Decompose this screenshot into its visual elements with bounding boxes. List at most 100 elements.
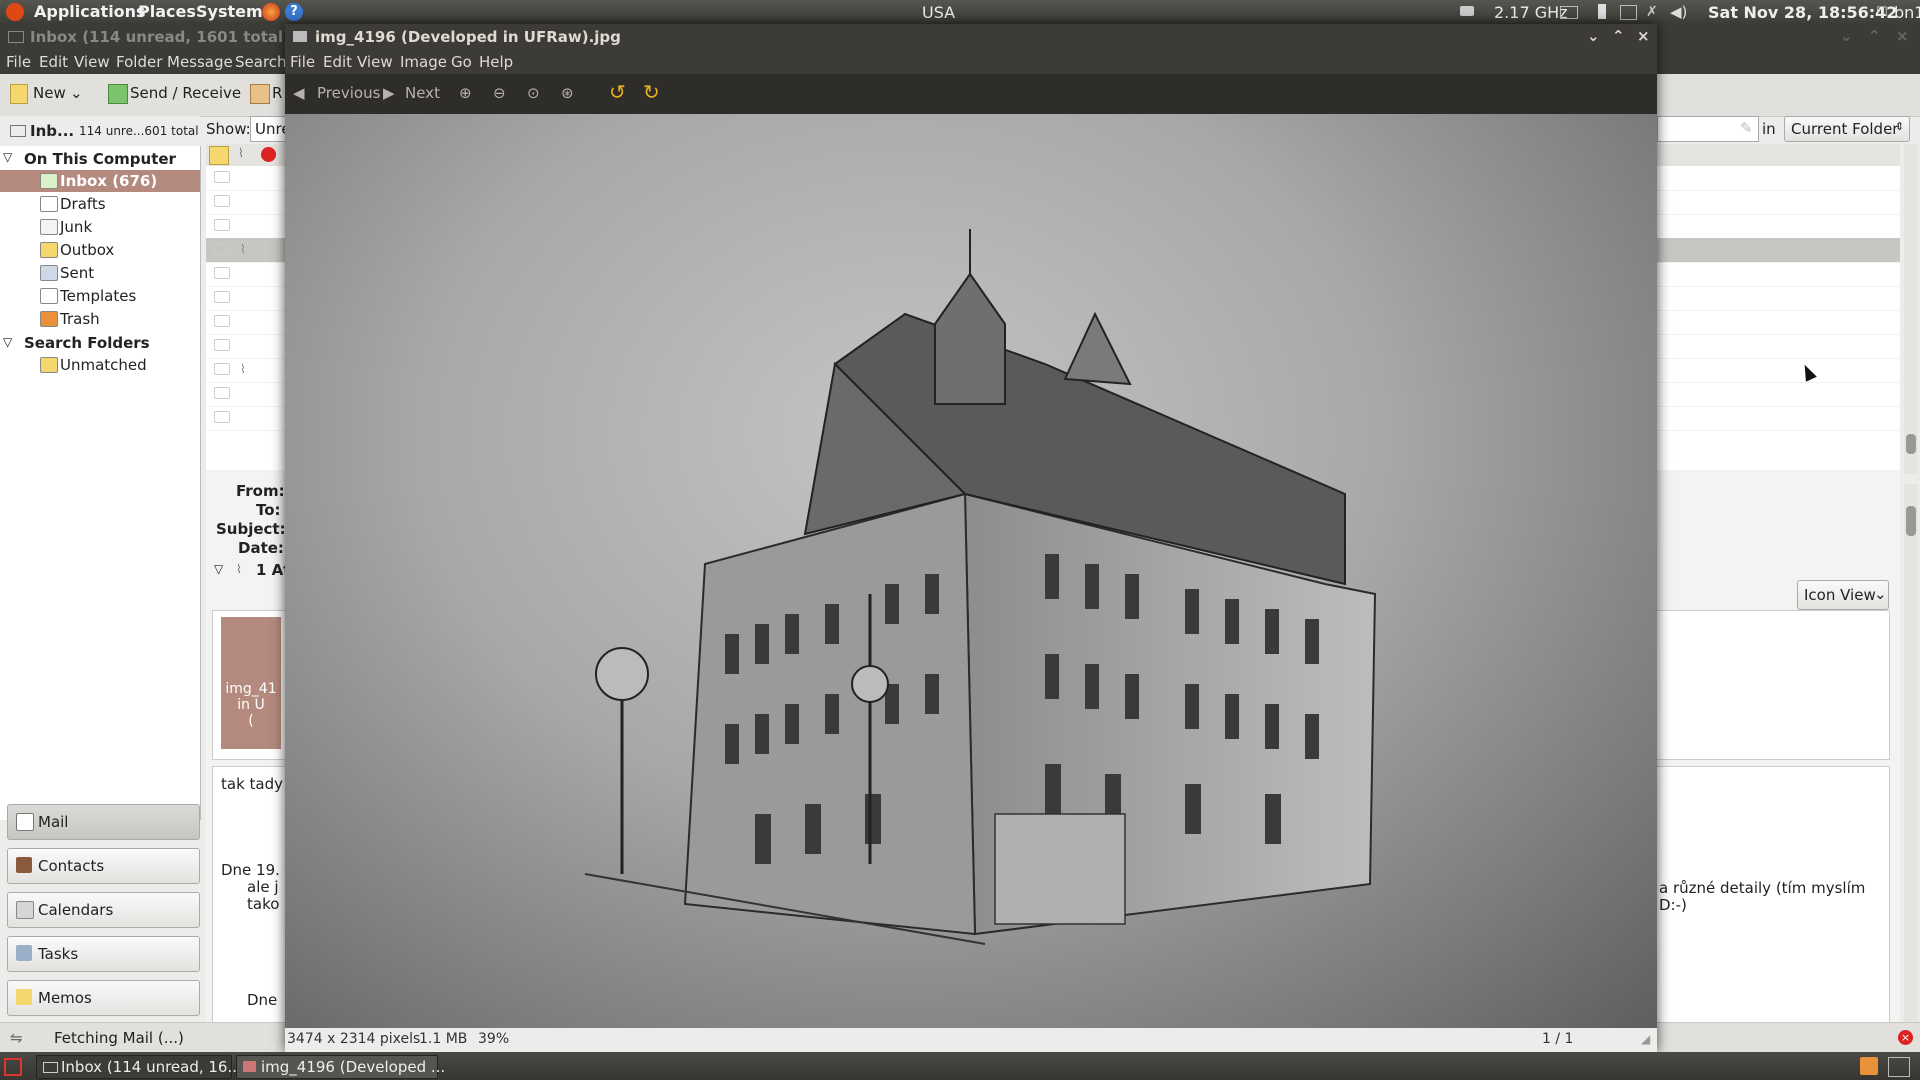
switcher-memos-button[interactable]: Memos	[7, 980, 200, 1016]
folder-item-sent[interactable]: Sent	[0, 262, 200, 284]
trash-applet-icon[interactable]	[1860, 1057, 1878, 1075]
zoom-fit-icon[interactable]: ⊛	[561, 84, 574, 102]
display-icon[interactable]	[1620, 5, 1637, 20]
envelope-icon	[214, 171, 230, 183]
status-column-icon[interactable]	[209, 146, 229, 165]
new-button[interactable]: New	[33, 84, 66, 102]
viewer-titlebar[interactable]: img_4196 (Developed in UFRaw).jpg ⌄ ⌃ ×	[285, 24, 1657, 50]
mail-menu-view[interactable]: View	[74, 53, 110, 71]
rotate-right-icon[interactable]: ↻	[643, 80, 660, 104]
folder-item-unmatched[interactable]: Unmatched	[0, 354, 200, 376]
help-icon[interactable]: ?	[285, 3, 303, 21]
firefox-icon[interactable]	[262, 3, 280, 21]
taskbar-item-inbox[interactable]: Inbox (114 unread, 16...	[36, 1055, 242, 1079]
mail-menu-file[interactable]: File	[6, 53, 31, 71]
scrollbar-thumb[interactable]	[1906, 506, 1916, 536]
viewer-menu-file[interactable]: File	[290, 53, 315, 71]
scrollbar-thumb[interactable]	[1906, 434, 1916, 454]
viewer-menu-help[interactable]: Help	[479, 53, 513, 71]
offline-toggle-icon[interactable]: ⇋	[10, 1029, 23, 1047]
mail-envelope-icon[interactable]	[1560, 6, 1578, 19]
clear-search-icon[interactable]: ✎	[1740, 119, 1753, 137]
envelope-icon	[214, 387, 230, 399]
next-button[interactable]: Next	[405, 84, 440, 102]
zoom-normal-icon[interactable]: ⊙	[527, 84, 540, 102]
search-scope-select[interactable]: Current Folder ⇕	[1784, 116, 1910, 142]
mail-maximize-icon[interactable]: ⌃	[1868, 27, 1881, 45]
previous-arrow-icon: ◀	[293, 84, 305, 102]
viewer-menu-edit[interactable]: Edit	[323, 53, 352, 71]
attachment-column-icon[interactable]: ⌇	[238, 146, 244, 160]
chat-icon[interactable]: ☐	[1876, 5, 1888, 20]
image-position: 1 / 1	[1542, 1031, 1574, 1047]
show-filter-select[interactable]: Unre	[250, 116, 291, 142]
folder-item-templates[interactable]: Templates	[0, 285, 200, 307]
on-this-computer-expander-icon[interactable]: ▽	[3, 150, 12, 164]
mail-menu-search[interactable]: Search	[235, 53, 287, 71]
viewer-maximize-icon[interactable]: ⌃	[1612, 27, 1625, 45]
folder-item-trash[interactable]: Trash	[0, 308, 200, 330]
viewer-close-icon[interactable]: ×	[1637, 27, 1650, 45]
new-dropdown-icon[interactable]: ⌄	[70, 84, 83, 102]
network-icon[interactable]	[1460, 6, 1474, 16]
mail-close-icon[interactable]: ×	[1896, 27, 1909, 45]
viewer-menu-go[interactable]: Go	[451, 53, 472, 71]
envelope-icon	[214, 411, 230, 423]
bluetooth-icon[interactable]: ✗	[1646, 4, 1658, 20]
cpu-frequency[interactable]: 2.17 GHz	[1494, 3, 1568, 22]
battery-icon[interactable]	[1598, 4, 1606, 19]
workspace-switcher-icon[interactable]	[1888, 1057, 1910, 1077]
switcher-contacts-button[interactable]: Contacts	[7, 848, 200, 884]
folder-item-junk[interactable]: Junk	[0, 216, 200, 238]
message-list-scrollbar[interactable]	[1904, 144, 1918, 474]
preview-scrollbar[interactable]	[1904, 484, 1918, 1044]
folder-item-outbox[interactable]: Outbox	[0, 239, 200, 261]
to-label: To:	[256, 501, 281, 519]
folder-item-drafts[interactable]: Drafts	[0, 193, 200, 215]
previous-button[interactable]: Previous	[317, 84, 380, 102]
switcher-mail-button[interactable]: Mail	[7, 804, 200, 840]
viewer-menu-view[interactable]: View	[357, 53, 393, 71]
rotate-left-icon[interactable]: ↺	[609, 80, 626, 104]
building-sketch-image	[584, 229, 1377, 945]
show-desktop-icon[interactable]	[4, 1058, 22, 1076]
search-folders-header[interactable]: Search Folders	[24, 334, 150, 352]
viewer-menu-image[interactable]: Image	[400, 53, 447, 71]
resize-grip-icon[interactable]: ◢	[1641, 1032, 1650, 1046]
search-folders-expander-icon[interactable]: ▽	[3, 335, 12, 349]
viewer-minimize-icon[interactable]: ⌄	[1587, 27, 1600, 45]
places-menu[interactable]: Places	[138, 2, 196, 21]
folder-label: Trash	[60, 310, 100, 328]
volume-icon[interactable]: ◀)	[1670, 3, 1687, 21]
folder-item-inbox[interactable]: Inbox (676)	[0, 170, 200, 192]
flag-column-icon[interactable]	[261, 147, 276, 162]
view-mode-select[interactable]: Icon View ⌄	[1797, 580, 1889, 610]
mail-menu-edit[interactable]: Edit	[39, 53, 68, 71]
calendar-icon	[16, 901, 34, 919]
reply-button[interactable]: R	[272, 84, 282, 102]
switcher-tasks-button[interactable]: Tasks	[7, 936, 200, 972]
attachment-expander-icon[interactable]: ▽	[214, 562, 223, 576]
zoom-in-icon[interactable]: ⊕	[459, 84, 472, 102]
applications-menu[interactable]: Applications	[34, 2, 146, 21]
cancel-activity-icon[interactable]: ×	[1898, 1030, 1913, 1045]
account-name: Inb...	[30, 122, 75, 140]
clock[interactable]: Sat Nov 28, 18:56:42	[1708, 3, 1897, 22]
mail-menu-folder[interactable]: Folder	[116, 53, 162, 71]
taskbar-item-image-viewer[interactable]: img_4196 (Developed ...	[236, 1055, 445, 1079]
attachment-item[interactable]: img_41 in U (	[221, 617, 281, 749]
switcher-calendars-button[interactable]: Calendars	[7, 892, 200, 928]
search-input[interactable]: ✎	[1657, 116, 1759, 142]
image-canvas[interactable]	[285, 114, 1657, 1028]
mail-minimize-icon[interactable]: ⌄	[1840, 27, 1853, 45]
on-this-computer-header[interactable]: On This Computer	[24, 150, 176, 168]
account-header: Inb... 114 unre...601 total	[0, 116, 200, 146]
system-menu[interactable]: System	[196, 2, 263, 21]
zoom-out-icon[interactable]: ⊖	[493, 84, 506, 102]
mail-menu-message[interactable]: Message	[167, 53, 233, 71]
send-receive-button[interactable]: Send / Receive	[130, 84, 241, 102]
folder-label: Sent	[60, 264, 95, 282]
user-name[interactable]: bn1	[1894, 3, 1920, 22]
ubuntu-logo-icon[interactable]	[6, 3, 24, 21]
keyboard-layout[interactable]: USA	[922, 3, 955, 22]
